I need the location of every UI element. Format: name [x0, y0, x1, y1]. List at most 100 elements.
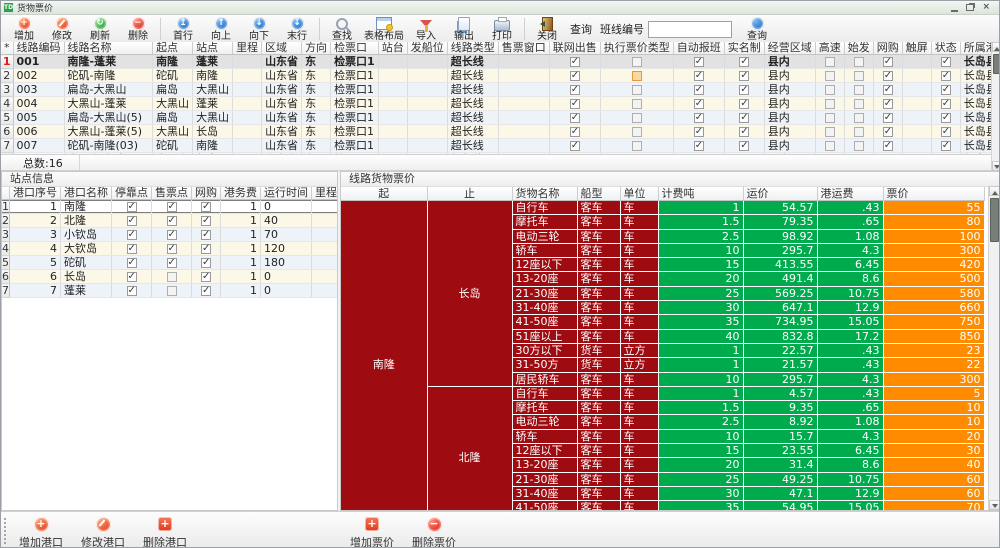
checkbox[interactable] [569, 84, 580, 96]
cell[interactable] [931, 54, 961, 69]
cell[interactable] [498, 68, 550, 83]
cell[interactable] [407, 110, 448, 125]
cell[interactable]: 山东省 [261, 124, 303, 139]
cell[interactable]: 5 [9, 255, 61, 270]
cell[interactable]: 车 [620, 457, 659, 473]
cell[interactable]: 569.25 [743, 286, 818, 302]
cell[interactable] [191, 283, 221, 298]
cell[interactable]: 1 [220, 255, 261, 270]
cell[interactable] [311, 241, 337, 256]
cell[interactable]: 0 [260, 269, 312, 284]
cell[interactable] [600, 110, 674, 125]
checkbox[interactable] [631, 57, 642, 67]
checkbox[interactable] [201, 271, 211, 283]
checkbox[interactable] [824, 99, 835, 109]
cell[interactable] [549, 124, 601, 139]
cell[interactable] [549, 82, 601, 97]
cell[interactable]: 检票口1 [330, 54, 379, 69]
cell[interactable] [498, 110, 550, 125]
cell[interactable]: 54.95 [743, 500, 818, 510]
cell[interactable]: 21-30座 [512, 286, 578, 302]
cell[interactable] [673, 124, 725, 139]
cell[interactable]: 大黑山 [192, 110, 234, 125]
cell[interactable] [111, 283, 152, 298]
cell[interactable]: 车 [620, 472, 659, 487]
route-number-input[interactable] [648, 20, 732, 38]
checkbox[interactable] [569, 70, 580, 82]
toolbar-first-row-button[interactable]: ↥ 首行 [164, 16, 202, 43]
cell[interactable]: 30方以下 [512, 343, 578, 359]
checkbox[interactable] [569, 98, 580, 110]
cell[interactable]: 17.2 [817, 329, 884, 344]
cell[interactable] [378, 124, 408, 139]
checkbox[interactable] [739, 126, 750, 138]
cell[interactable]: 40 [883, 457, 985, 473]
cell[interactable] [111, 213, 152, 228]
cell[interactable] [111, 269, 152, 284]
cell[interactable]: 003 [13, 82, 65, 97]
cell[interactable]: 砣矶 [60, 255, 112, 270]
cell[interactable]: 县内 [764, 124, 816, 139]
column-header[interactable]: 发船位 [407, 42, 448, 55]
cell[interactable] [378, 96, 408, 111]
cell[interactable]: 1 [9, 199, 61, 214]
cell[interactable] [407, 82, 448, 97]
checkbox[interactable] [166, 229, 177, 241]
column-header[interactable]: 网购 [191, 187, 221, 200]
cell[interactable]: 车 [620, 329, 659, 344]
cell[interactable]: .43 [817, 386, 884, 402]
cell[interactable] [311, 213, 337, 228]
cell[interactable] [407, 138, 448, 153]
column-header[interactable]: 联网出售 [549, 42, 601, 55]
checkbox[interactable] [166, 215, 177, 227]
cell[interactable] [931, 68, 961, 83]
cell[interactable]: 砣矶 [152, 138, 194, 153]
cell[interactable]: 县内 [764, 54, 816, 69]
scroll-down-icon[interactable] [989, 500, 999, 510]
cell[interactable]: 54.57 [743, 200, 818, 216]
cell[interactable] [931, 124, 961, 139]
cell[interactable]: 6.45 [817, 443, 884, 459]
scrollbar-thumb[interactable] [990, 198, 999, 242]
toolbar-find-button[interactable]: 查找 [323, 16, 361, 43]
cell[interactable]: 立方 [620, 357, 659, 373]
cell[interactable]: 7 [9, 283, 61, 298]
cell[interactable]: 山东省 [261, 54, 303, 69]
cell[interactable]: 小钦岛 [60, 227, 112, 242]
cell[interactable] [232, 110, 263, 125]
cell[interactable]: 002 [13, 68, 65, 83]
checkbox[interactable] [126, 271, 137, 283]
cell[interactable]: 南隆 [192, 68, 234, 83]
cell[interactable]: 客车 [577, 472, 621, 487]
row-number[interactable]: 5 [1, 110, 14, 125]
cell[interactable]: 客车 [577, 271, 621, 287]
column-header[interactable]: 停靠点 [111, 187, 152, 200]
checkbox[interactable] [201, 285, 211, 297]
cell[interactable] [931, 96, 961, 111]
cell[interactable]: 10 [883, 414, 985, 430]
checkbox[interactable] [166, 286, 177, 296]
cell[interactable] [673, 138, 725, 153]
cell[interactable]: 1 [658, 386, 744, 402]
checkbox[interactable] [853, 99, 864, 109]
checkbox[interactable] [693, 70, 704, 82]
cell[interactable]: 东 [301, 82, 332, 97]
cell[interactable]: 东 [301, 110, 332, 125]
column-header[interactable]: 起 [341, 187, 428, 201]
cell[interactable]: 车 [620, 200, 659, 216]
checkbox[interactable] [882, 84, 893, 96]
column-header[interactable]: 线路编码 [13, 42, 65, 55]
checkbox[interactable] [824, 85, 835, 95]
cell[interactable]: 超长线 [447, 110, 499, 125]
cell[interactable] [724, 82, 765, 97]
add-port-button[interactable]: + 增加港口 [17, 515, 65, 547]
cell[interactable]: 001 [13, 54, 65, 69]
column-header[interactable]: 里程 [311, 187, 337, 200]
cell[interactable] [111, 241, 152, 256]
checkbox[interactable] [201, 215, 211, 227]
cell[interactable]: 长岛 [192, 124, 234, 139]
checkbox[interactable] [631, 85, 642, 95]
cell[interactable]: 30 [883, 443, 985, 459]
cell[interactable] [815, 54, 845, 69]
cell[interactable] [902, 68, 932, 83]
